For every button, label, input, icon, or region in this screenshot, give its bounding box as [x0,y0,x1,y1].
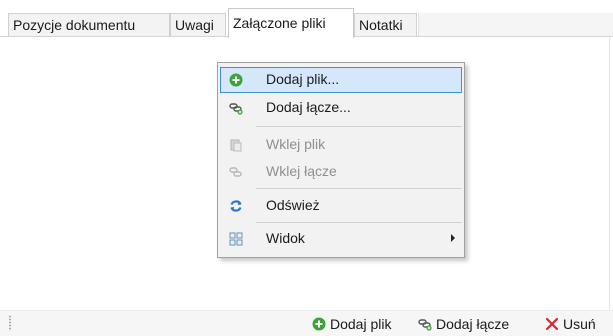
menu-item-label: Dodaj łącze... [266,99,351,115]
refresh-icon [230,200,242,212]
remove-label: Usuń [563,316,596,332]
add-file-button[interactable]: Dodaj plik [312,315,412,333]
menu-item-view[interactable]: Widok [220,226,462,252]
context-menu: Dodaj plik... Dodaj łącze... Wklej plik … [217,62,465,258]
close-x-icon [545,317,559,331]
tab-notatki[interactable]: Notatki [354,13,417,37]
menu-item-label: Dodaj plik... [266,71,340,87]
menu-separator [256,222,462,223]
menu-item-label: Widok [266,230,305,246]
tab-pozycje-dokumentu[interactable]: Pozycje dokumentu [8,13,170,37]
menu-separator [256,126,462,127]
chain-link-icon [418,319,432,331]
chain-link-icon [229,167,242,177]
menu-item-refresh[interactable]: Odśwież [220,193,462,219]
submenu-arrow-icon [451,234,455,242]
add-link-button[interactable]: Dodaj łącze [418,315,538,333]
remove-button[interactable]: Usuń [545,315,605,333]
menu-item-paste-link[interactable]: Wklej łącze [220,159,462,185]
menu-item-label: Odśwież [266,197,320,213]
menu-item-label: Wklej plik [266,136,326,152]
add-circle-icon [229,73,243,87]
add-file-label: Dodaj plik [330,316,392,332]
menu-item-paste-file[interactable]: Wklej plik [220,132,462,158]
bottom-toolbar: Dodaj plik Dodaj łącze Usuń [0,310,613,336]
menu-separator [256,188,462,189]
menu-item-add-file[interactable]: Dodaj plik... [220,67,462,93]
tab-uwagi[interactable]: Uwagi [170,13,226,37]
add-circle-icon [312,317,326,331]
chain-link-icon [229,103,243,115]
tab-strip-empty-area [418,13,613,37]
add-link-label: Dodaj łącze [436,316,510,332]
paste-icon [230,139,242,152]
view-grid-icon [229,232,243,246]
toolbar-grip-handle[interactable] [9,315,11,331]
tab-zalaczone-pliki[interactable]: Załączone pliki [228,8,354,38]
menu-item-add-link[interactable]: Dodaj łącze... [220,95,462,121]
tab-strip: Pozycje dokumentu Uwagi Załączone pliki … [0,0,613,38]
menu-item-label: Wklej łącze [266,163,337,179]
panel-border [609,37,610,336]
